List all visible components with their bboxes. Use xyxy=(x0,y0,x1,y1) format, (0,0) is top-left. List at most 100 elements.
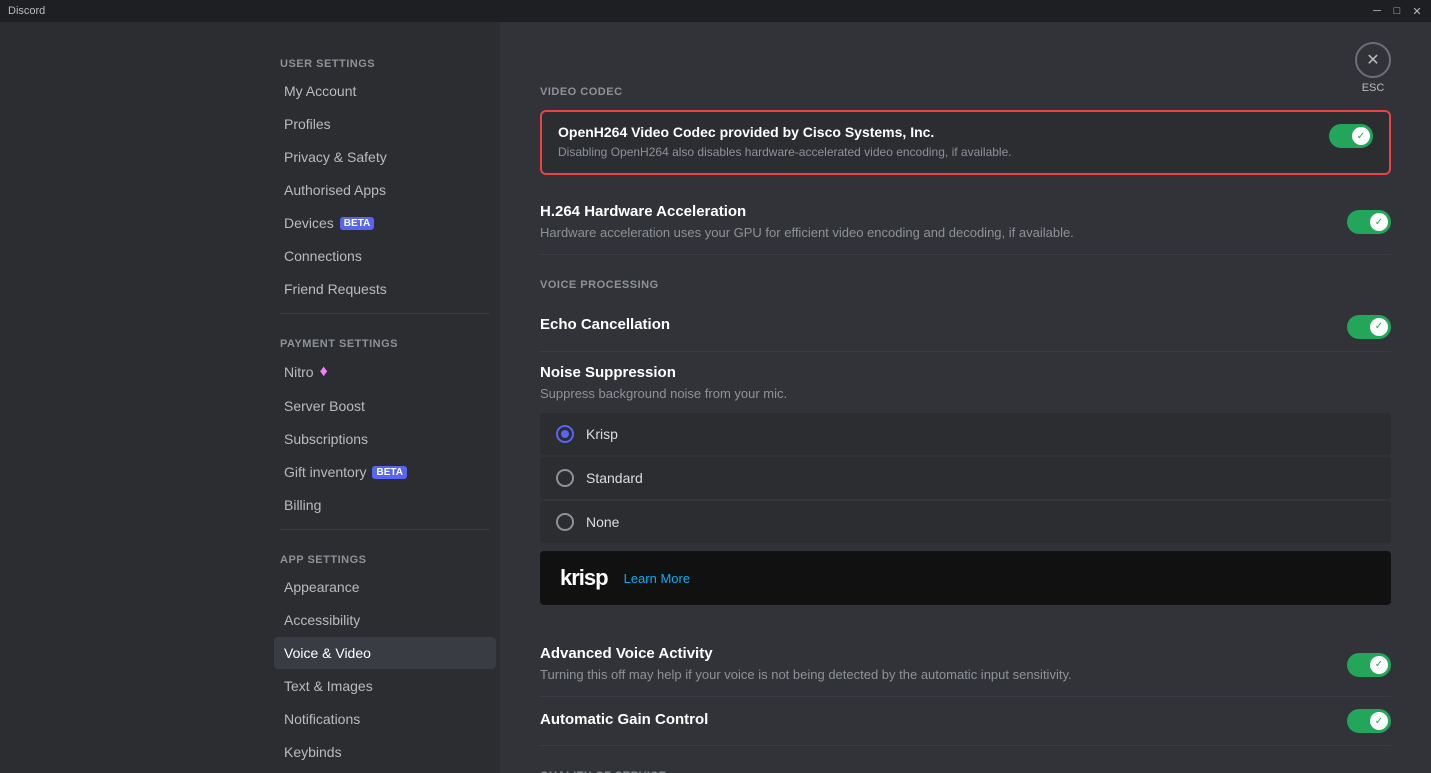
check-icon: ✓ xyxy=(1357,131,1365,142)
radio-label-none: None xyxy=(586,514,619,530)
sidebar-item-label: Server Boost xyxy=(284,398,365,414)
divider-2 xyxy=(280,529,490,530)
sidebar-item-label: Text & Images xyxy=(284,678,373,694)
toggle-knob: ✓ xyxy=(1370,656,1388,674)
radio-option-standard[interactable]: Standard xyxy=(540,457,1391,499)
auto-gain-row: Automatic Gain Control ✓ xyxy=(540,697,1391,746)
user-settings-label: USER SETTINGS xyxy=(270,42,500,74)
sidebar-item-label: Appearance xyxy=(284,579,360,595)
echo-cancellation-title: Echo Cancellation xyxy=(540,316,1327,333)
openh264-toggle[interactable]: ✓ xyxy=(1329,124,1373,148)
nitro-icon: ♦ xyxy=(320,363,328,381)
krisp-banner: krisp Learn More xyxy=(540,551,1391,605)
sidebar-item-label: Billing xyxy=(284,497,321,513)
window-controls: ─ □ ✕ xyxy=(1371,5,1423,17)
sidebar-item-label: Profiles xyxy=(284,116,331,132)
auto-gain-toggle[interactable]: ✓ xyxy=(1347,709,1391,733)
krisp-logo: krisp xyxy=(560,565,608,591)
sidebar-item-text-images[interactable]: Text & Images xyxy=(274,670,496,702)
noise-suppression-title: Noise Suppression xyxy=(540,364,1391,381)
advanced-voice-info: Advanced Voice Activity Turning this off… xyxy=(540,645,1347,684)
gift-inventory-badge: BETA xyxy=(372,466,406,479)
app-title: Discord xyxy=(8,5,45,17)
radio-option-none[interactable]: None xyxy=(540,501,1391,543)
radio-option-krisp[interactable]: Krisp xyxy=(540,413,1391,455)
toggle-knob: ✓ xyxy=(1370,213,1388,231)
auto-gain-info: Automatic Gain Control xyxy=(540,711,1347,732)
radio-circle-standard xyxy=(556,469,574,487)
sidebar-item-server-boost[interactable]: Server Boost xyxy=(274,390,496,422)
sidebar-item-friend-requests[interactable]: Friend Requests xyxy=(274,273,496,305)
sidebar-item-notifications[interactable]: Notifications xyxy=(274,703,496,735)
sidebar-item-connections[interactable]: Connections xyxy=(274,240,496,272)
sidebar-item-appearance[interactable]: Appearance xyxy=(274,571,496,603)
title-bar: Discord ─ □ ✕ xyxy=(0,0,1431,22)
app-body: USER SETTINGS My Account Profiles Privac… xyxy=(0,22,1431,773)
sidebar-item-label: Privacy & Safety xyxy=(284,149,387,165)
sidebar-item-accessibility[interactable]: Accessibility xyxy=(274,604,496,636)
radio-circle-krisp xyxy=(556,425,574,443)
advanced-voice-title: Advanced Voice Activity xyxy=(540,645,1327,662)
echo-cancellation-row: Echo Cancellation ✓ xyxy=(540,303,1391,352)
sidebar-item-label: Connections xyxy=(284,248,362,264)
sidebar-item-authorised-apps[interactable]: Authorised Apps xyxy=(274,174,496,206)
advanced-voice-desc: Turning this off may help if your voice … xyxy=(540,666,1327,684)
sidebar-item-label: Keybinds xyxy=(284,744,342,760)
devices-badge: BETA xyxy=(340,217,374,230)
sidebar-item-label: Friend Requests xyxy=(284,281,387,297)
openh264-info: OpenH264 Video Codec provided by Cisco S… xyxy=(558,124,1329,161)
sidebar-item-label: Nitro xyxy=(284,364,314,380)
sidebar-item-label: Authorised Apps xyxy=(284,182,386,198)
sidebar-item-gift-inventory[interactable]: Gift inventory BETA xyxy=(274,456,496,488)
echo-cancellation-toggle[interactable]: ✓ xyxy=(1347,315,1391,339)
sidebar-item-label: Gift inventory xyxy=(284,464,366,480)
toggle-knob: ✓ xyxy=(1352,127,1370,145)
payment-settings-label: PAYMENT SETTINGS xyxy=(270,322,500,354)
echo-cancellation-info: Echo Cancellation xyxy=(540,316,1347,337)
h264-desc: Hardware acceleration uses your GPU for … xyxy=(540,224,1327,242)
sidebar-item-nitro[interactable]: Nitro ♦ xyxy=(274,355,496,389)
toggle-knob: ✓ xyxy=(1370,712,1388,730)
sidebar-item-voice-video[interactable]: Voice & Video xyxy=(274,637,496,669)
krisp-learn-more[interactable]: Learn More xyxy=(624,571,690,586)
video-codec-header: VIDEO CODEC xyxy=(540,86,1391,98)
noise-suppression-radio-group: Krisp Standard None xyxy=(540,413,1391,543)
close-button[interactable]: ✕ xyxy=(1411,5,1423,17)
sidebar: USER SETTINGS My Account Profiles Privac… xyxy=(0,22,500,773)
sidebar-item-my-account[interactable]: My Account xyxy=(274,75,496,107)
sidebar-item-privacy-safety[interactable]: Privacy & Safety xyxy=(274,141,496,173)
sidebar-item-keybinds[interactable]: Keybinds xyxy=(274,736,496,768)
check-icon: ✓ xyxy=(1375,716,1383,727)
sidebar-item-label: Subscriptions xyxy=(284,431,368,447)
sidebar-inner: USER SETTINGS My Account Profiles Privac… xyxy=(270,22,500,773)
openh264-desc: Disabling OpenH264 also disables hardwar… xyxy=(558,144,1309,161)
auto-gain-title: Automatic Gain Control xyxy=(540,711,1327,728)
minimize-button[interactable]: ─ xyxy=(1371,5,1383,17)
advanced-voice-toggle[interactable]: ✓ xyxy=(1347,653,1391,677)
sidebar-item-label: Accessibility xyxy=(284,612,360,628)
toggle-knob: ✓ xyxy=(1370,318,1388,336)
divider-1 xyxy=(280,313,490,314)
sidebar-item-label: My Account xyxy=(284,83,356,99)
sidebar-item-language[interactable]: Language xyxy=(274,769,496,773)
radio-label-krisp: Krisp xyxy=(586,426,618,442)
check-icon: ✓ xyxy=(1375,659,1383,670)
voice-processing-header: VOICE PROCESSING xyxy=(540,279,1391,291)
sidebar-item-billing[interactable]: Billing xyxy=(274,489,496,521)
noise-suppression-desc: Suppress background noise from your mic. xyxy=(540,385,1391,403)
openh264-title: OpenH264 Video Codec provided by Cisco S… xyxy=(558,124,1309,140)
sidebar-item-label: Devices xyxy=(284,215,334,231)
app-settings-label: APP SETTINGS xyxy=(270,538,500,570)
h264-toggle[interactable]: ✓ xyxy=(1347,210,1391,234)
maximize-button[interactable]: □ xyxy=(1391,5,1403,17)
radio-label-standard: Standard xyxy=(586,470,643,486)
sidebar-item-subscriptions[interactable]: Subscriptions xyxy=(274,423,496,455)
sidebar-item-label: Notifications xyxy=(284,711,360,727)
radio-dot-krisp xyxy=(561,430,569,438)
check-icon: ✓ xyxy=(1375,321,1383,332)
radio-circle-none xyxy=(556,513,574,531)
sidebar-item-devices[interactable]: Devices BETA xyxy=(274,207,496,239)
sidebar-item-profiles[interactable]: Profiles xyxy=(274,108,496,140)
h264-title: H.264 Hardware Acceleration xyxy=(540,203,1327,220)
esc-button[interactable]: ✕ ESC xyxy=(1355,42,1391,94)
